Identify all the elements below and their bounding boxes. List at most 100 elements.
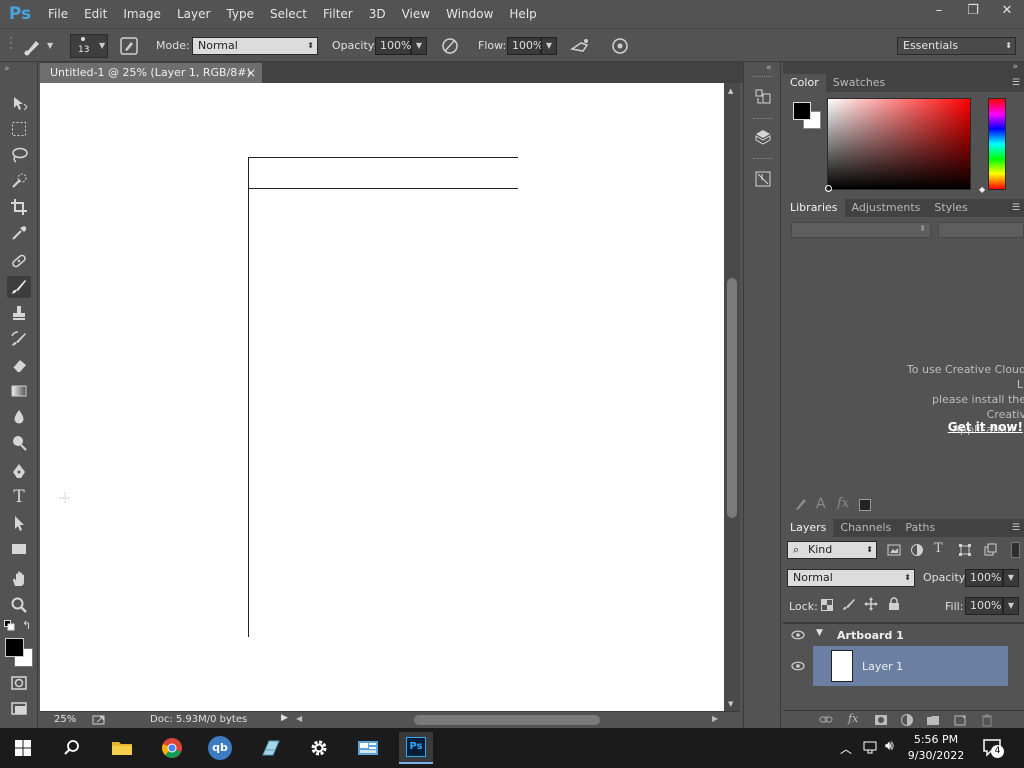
get-it-now-link[interactable]: Get it now!	[943, 420, 1023, 434]
rectangle-tool-icon[interactable]	[7, 538, 31, 560]
workspace-dropdown[interactable]: Essentials ⬍	[897, 37, 1016, 55]
visibility-eye-icon[interactable]	[791, 628, 805, 642]
pressure-opacity-icon[interactable]	[439, 35, 461, 57]
menu-type[interactable]: Type	[218, 0, 262, 28]
add-fill-color-icon[interactable]	[859, 499, 871, 511]
layer-style-fx-icon[interactable]: fx	[848, 712, 858, 725]
volume-icon[interactable]: 🔊︎	[885, 738, 894, 754]
swap-colors-icon[interactable]: ↰	[22, 619, 31, 632]
library-select[interactable]: ⬍	[791, 222, 931, 238]
tab-paths[interactable]: Paths	[898, 519, 942, 537]
close-button[interactable]: ✕	[990, 0, 1024, 20]
layer-row-layer1[interactable]: Layer 1	[783, 646, 1024, 686]
action-center-icon[interactable]: 4	[982, 738, 1004, 758]
layer-filter-kind-dropdown[interactable]: ⌕ Kind ⬍	[787, 541, 877, 559]
clone-stamp-tool-icon[interactable]	[7, 302, 31, 324]
control-panel-icon[interactable]	[351, 732, 385, 764]
history-panel-icon[interactable]	[752, 86, 774, 108]
hand-tool-icon[interactable]	[7, 568, 31, 590]
network-icon[interactable]	[862, 739, 880, 755]
vertical-scrollbar[interactable]: ▲ ▼	[724, 83, 740, 711]
dodge-tool-icon[interactable]	[7, 432, 31, 454]
file-explorer-icon[interactable]	[105, 732, 139, 764]
panel-menu-icon[interactable]: ☰	[1012, 78, 1020, 88]
scroll-left-icon[interactable]: ◀	[296, 714, 302, 723]
crop-tool-icon[interactable]	[7, 196, 31, 218]
clock[interactable]: 5:56 PM 9/30/2022	[906, 732, 966, 764]
path-selection-tool-icon[interactable]	[7, 512, 31, 534]
tab-color[interactable]: Color	[783, 74, 826, 92]
collapse-arrows-icon[interactable]: «	[766, 63, 772, 73]
qbittorrent-icon[interactable]: qb	[203, 732, 237, 764]
menu-3d[interactable]: 3D	[361, 0, 394, 28]
scroll-up-icon[interactable]: ▲	[728, 87, 733, 95]
color-foreground-swatch[interactable]	[793, 102, 811, 120]
delete-layer-trash-icon[interactable]	[980, 713, 994, 727]
move-tool-icon[interactable]	[7, 92, 31, 114]
menu-select[interactable]: Select	[262, 0, 315, 28]
quick-selection-tool-icon[interactable]	[7, 170, 31, 192]
screen-mode-icon[interactable]	[7, 698, 31, 720]
horizontal-scroll-thumb[interactable]	[414, 715, 600, 725]
menu-file[interactable]: File	[40, 0, 76, 28]
add-layer-style-icon[interactable]: fx	[837, 496, 849, 511]
add-mask-icon[interactable]	[874, 713, 888, 727]
filter-toggle-switch[interactable]	[1011, 542, 1020, 558]
add-graphic-icon[interactable]	[793, 496, 809, 512]
menu-edit[interactable]: Edit	[76, 0, 115, 28]
add-character-style-icon[interactable]: A	[816, 496, 826, 512]
default-colors-icon[interactable]	[4, 620, 16, 632]
menu-filter[interactable]: Filter	[315, 0, 361, 28]
tab-styles[interactable]: Styles	[927, 199, 974, 217]
eyedropper-tool-icon[interactable]	[7, 222, 31, 244]
type-tool-icon[interactable]: T	[7, 486, 31, 508]
zoom-tool-icon[interactable]	[7, 594, 31, 616]
hue-slider-handle-icon[interactable]: ◆	[979, 185, 985, 194]
filter-pixel-layers-icon[interactable]	[887, 543, 901, 557]
settings-gear-icon[interactable]	[302, 732, 336, 764]
tab-layers[interactable]: Layers	[783, 519, 834, 537]
menu-help[interactable]: Help	[501, 0, 544, 28]
history-brush-tool-icon[interactable]	[7, 328, 31, 350]
export-icon[interactable]	[92, 714, 106, 726]
vertical-scroll-thumb[interactable]	[727, 278, 737, 518]
expand-triangle-icon[interactable]: ▼	[816, 628, 823, 638]
status-menu-arrow-icon[interactable]: ▶	[281, 713, 288, 723]
eraser-tool-icon[interactable]	[7, 354, 31, 376]
menu-layer[interactable]: Layer	[169, 0, 218, 28]
hue-slider[interactable]	[988, 98, 1006, 190]
brush-tool-icon[interactable]	[7, 276, 31, 298]
preset-chevron-down-icon[interactable]: ▼	[47, 41, 53, 50]
tab-channels[interactable]: Channels	[833, 519, 898, 537]
close-tab-icon[interactable]: ×	[246, 63, 256, 83]
panel-menu-icon[interactable]: ☰	[1012, 203, 1020, 213]
mode-dropdown[interactable]: Normal ⬍	[192, 37, 318, 55]
properties-3d-icon[interactable]	[752, 126, 774, 148]
menu-image[interactable]: Image	[115, 0, 169, 28]
filter-smart-objects-icon[interactable]	[983, 543, 997, 557]
lock-transparent-pixels-icon[interactable]	[821, 599, 833, 611]
opacity-chevron-down-icon[interactable]: ▼	[411, 37, 427, 55]
tab-swatches[interactable]: Swatches	[826, 74, 893, 92]
panel-menu-icon[interactable]: ☰	[1012, 523, 1020, 533]
blur-tool-icon[interactable]	[7, 406, 31, 428]
layer-row-artboard[interactable]: ▼ Artboard 1	[783, 624, 1024, 646]
notepad-app-icon[interactable]	[253, 732, 287, 764]
new-layer-icon[interactable]	[953, 713, 967, 727]
filter-type-layers-icon[interactable]: T	[934, 541, 943, 556]
tab-libraries[interactable]: Libraries	[783, 199, 845, 217]
flow-chevron-down-icon[interactable]: ▼	[541, 37, 557, 55]
collapse-arrows-icon[interactable]: »	[4, 64, 10, 74]
lock-position-icon[interactable]	[864, 597, 878, 611]
gradient-tool-icon[interactable]	[7, 380, 31, 402]
color-spectrum-field[interactable]	[825, 98, 971, 192]
airbrush-icon[interactable]	[569, 35, 591, 57]
lasso-tool-icon[interactable]	[7, 144, 31, 166]
brush-panel-toggle-icon[interactable]	[118, 35, 140, 57]
chrome-icon[interactable]	[155, 732, 189, 764]
brush-tool-preset-icon[interactable]	[22, 35, 44, 57]
tab-adjustments[interactable]: Adjustments	[845, 199, 928, 217]
lock-all-icon[interactable]	[887, 597, 901, 611]
character-paragraph-icon[interactable]	[752, 168, 774, 190]
menu-view[interactable]: View	[394, 0, 438, 28]
